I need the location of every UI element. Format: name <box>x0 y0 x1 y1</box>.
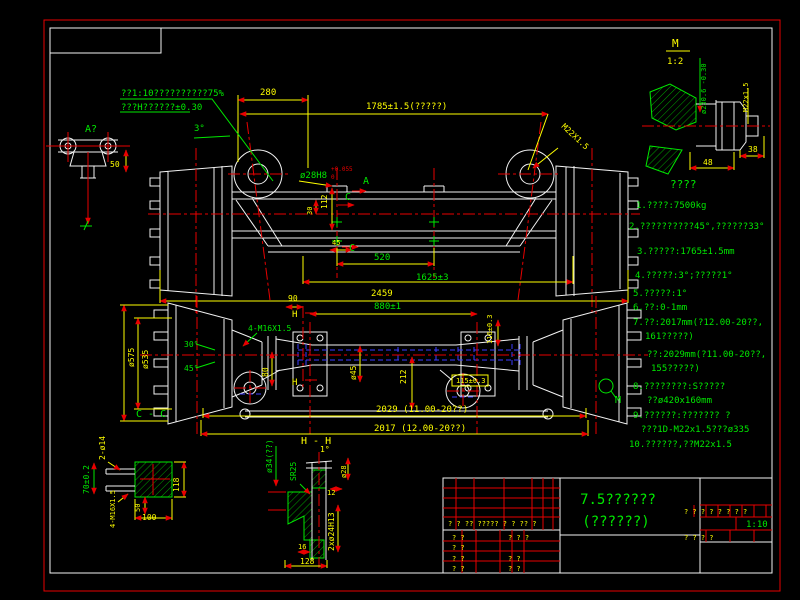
dim-880: 880±1 <box>374 302 401 312</box>
dim-2029: 2029 (11.00-20??) <box>376 405 468 415</box>
tb-row1-mid: ? ? ? <box>508 534 529 542</box>
note-9a: 9.??????:??????? ? <box>633 411 731 421</box>
note-7d: 155?????) <box>651 364 700 374</box>
dim-100: 100 <box>142 513 157 522</box>
dim-o34: ø34(??) <box>265 439 274 473</box>
tb-row3-mid: ? ? <box>508 555 521 563</box>
dim-45-small: 45 <box>332 239 340 247</box>
dim-112: 112 <box>320 194 329 209</box>
tol-28-upper: +0.055 <box>331 166 353 173</box>
marker-a: A <box>363 176 369 187</box>
tb-header: ? ? ?? ????? ? ? ?? ? <box>448 520 537 528</box>
dim-70: 70±0.2 <box>82 465 91 494</box>
note-2: 2.??????????45°,??????33° <box>629 222 764 232</box>
dim-1deg: 1° <box>320 445 330 454</box>
marker-m: M <box>615 395 621 406</box>
dim-o230: ø230.6 -0.30 <box>700 63 708 114</box>
tb-row2-left: ? ? <box>452 544 465 552</box>
dim-o45: ø45 <box>349 365 358 380</box>
dim-16: 16 <box>298 543 306 551</box>
tb-right-row1: ? ? ? ? ? ? ? ? <box>684 508 747 516</box>
rev-note-2: ???H??????±0.30 <box>121 103 202 113</box>
view-a-detail <box>46 132 231 231</box>
marker-h-bot: H <box>292 378 297 388</box>
detail-m-letter: M <box>672 37 679 50</box>
detail-m-scale: 1:2 <box>667 57 683 67</box>
note-3: 3.?????:1765±1.5mm <box>637 247 735 257</box>
dim-48: 48 <box>703 158 713 167</box>
section-hh-detail <box>268 446 351 569</box>
marker-c-bot: C <box>349 243 355 254</box>
dim-118: 118 <box>172 477 181 492</box>
tb-scale: 1:10 <box>746 520 768 530</box>
notes-title: ???? <box>670 178 697 191</box>
note-1: 1.????:7500kg <box>636 201 706 211</box>
dim-m22-knuckle: M22X1.5 <box>560 122 591 152</box>
tb-row4-mid: ? ? <box>508 565 521 573</box>
dim-90: 90 <box>288 294 298 303</box>
dim-o28h8: ø28H8 <box>300 171 327 181</box>
dim-o535: ø535 <box>141 350 150 369</box>
dim-116: 116±0.3 <box>486 314 494 344</box>
note-5: 5.?????:1° <box>633 289 687 299</box>
tb-title-2: (??????) <box>582 514 649 530</box>
dim-30: 30 <box>306 207 314 215</box>
dim-2o14: 2-ø14 <box>98 436 107 460</box>
dim-12: 12 <box>327 489 335 497</box>
dim-38: 38 <box>748 145 758 154</box>
dim-280: 280 <box>260 88 276 98</box>
dim-4m16: 4-M16X1.5 <box>248 324 292 333</box>
note-9b: ???1D-M22x1.5???ø335 <box>641 425 749 435</box>
note-7a: 7.??:2017mm(?12.00-20??, <box>633 318 763 328</box>
angle-3deg: 3° <box>194 124 205 134</box>
label-cc: C - C <box>136 409 166 420</box>
dim-520: 520 <box>374 253 390 263</box>
dim-2459: 2459 <box>371 289 393 299</box>
note-10: 10.??????,??M22x1.5 <box>629 440 732 450</box>
angle-30deg: 30° <box>184 340 198 349</box>
tb-row1-left: ? ? <box>452 534 465 542</box>
dim-128: 128 <box>300 557 315 566</box>
view-a-label: A? <box>85 124 97 135</box>
dim-1625: 1625±3 <box>416 273 449 283</box>
note-8b: ??ø420x160mm <box>647 396 712 406</box>
tb-title-1: 7.5?????? <box>580 492 656 508</box>
cad-drawing-sheet: ??1:10??????????75% ???H??????±0.30 A? 50 3°… <box>0 0 800 600</box>
rev-note-1: ??1:10??????????75% <box>121 89 225 99</box>
dim-o575: ø575 <box>127 348 136 367</box>
note-4: 4.?????:3°;?????1° <box>635 271 733 281</box>
drawing-canvas: ??1:10??????????75% ???H??????±0.30 A? 50 3°… <box>43 19 781 592</box>
tol-28-lower: 0 <box>331 174 335 181</box>
dim-212: 212 <box>399 369 408 384</box>
note-6: 6.??:0-1mm <box>633 303 687 313</box>
dim-50-b: 50 <box>134 504 142 512</box>
marker-h-top: H <box>292 310 297 320</box>
angle-45deg: 45° <box>184 364 198 373</box>
dim-1785: 1785±1.5(?????) <box>366 102 447 112</box>
note-7b: 161?????) <box>645 332 694 342</box>
note-7c: ??:2029mm(?11.00-20??, <box>647 350 766 360</box>
dim-sr25: SR25 <box>289 462 298 481</box>
dim-o28: ø28 <box>340 465 348 478</box>
dim-115: 115±0.3 <box>456 377 486 385</box>
dim-2017: 2017 (12.00-20??) <box>374 424 466 434</box>
lower-view <box>120 296 648 437</box>
note-8a: 8.????????:S????? <box>633 382 725 392</box>
dim-80: 80 <box>261 367 270 377</box>
dim-m22-stud: M22x1.5 <box>742 82 750 112</box>
tb-row4-left: ? ? <box>452 565 465 573</box>
tb-right-row2: ? ? ? ? <box>684 534 714 542</box>
dim-50-a: 50 <box>110 160 120 169</box>
dim-4m16-b: 4-M16X1.5 <box>109 490 117 528</box>
tb-row3-left: ? ? <box>452 555 465 563</box>
revision-box <box>49 27 162 54</box>
marker-c-top: C <box>345 192 351 203</box>
dim-2o24: 2xø24H13 <box>327 512 336 551</box>
